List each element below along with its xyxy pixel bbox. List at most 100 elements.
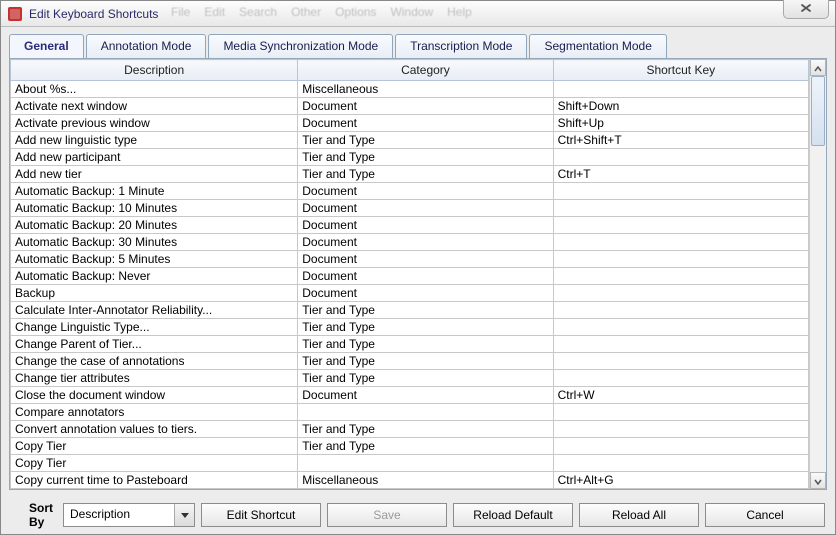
cell-description: Convert annotation values to tiers.: [11, 421, 298, 438]
table-row[interactable]: Compare annotators: [11, 404, 809, 421]
cell-shortcut: [553, 455, 808, 472]
cell-category: Tier and Type: [298, 319, 553, 336]
cell-shortcut: [553, 217, 808, 234]
cell-shortcut: [553, 200, 808, 217]
cell-description: Automatic Backup: Never: [11, 268, 298, 285]
cell-description: About %s...: [11, 81, 298, 98]
reload-default-button[interactable]: Reload Default: [453, 503, 573, 527]
cell-description: Close the document window: [11, 387, 298, 404]
shortcuts-table-container: Description Category Shortcut Key About …: [9, 58, 827, 490]
table-row[interactable]: Close the document windowDocumentCtrl+W: [11, 387, 809, 404]
cell-shortcut: [553, 489, 808, 490]
col-description[interactable]: Description: [11, 60, 298, 81]
cell-description: Add new linguistic type: [11, 132, 298, 149]
table-row[interactable]: Automatic Backup: 30 MinutesDocument: [11, 234, 809, 251]
table-row[interactable]: Add new participantTier and Type: [11, 149, 809, 166]
col-category[interactable]: Category: [298, 60, 553, 81]
table-header-row: Description Category Shortcut Key: [11, 60, 809, 81]
cell-shortcut: [553, 302, 808, 319]
cell-category: Document: [298, 251, 553, 268]
cancel-button[interactable]: Cancel: [705, 503, 825, 527]
cell-description: Automatic Backup: 30 Minutes: [11, 234, 298, 251]
cell-shortcut: [553, 285, 808, 302]
cell-shortcut: [553, 336, 808, 353]
vertical-scrollbar[interactable]: [809, 59, 826, 489]
table-row[interactable]: Copy Tier: [11, 455, 809, 472]
scroll-down-button[interactable]: [810, 472, 826, 489]
cell-description: Add new tier: [11, 166, 298, 183]
tab-label: Transcription Mode: [410, 39, 512, 53]
cell-category: Tier and Type: [298, 302, 553, 319]
table-row[interactable]: Change the case of annotationsTier and T…: [11, 353, 809, 370]
table-row[interactable]: Change Linguistic Type...Tier and Type: [11, 319, 809, 336]
reload-all-button[interactable]: Reload All: [579, 503, 699, 527]
cell-description: Change Parent of Tier...: [11, 336, 298, 353]
cell-shortcut: [553, 438, 808, 455]
table-row[interactable]: Copy TierTier and Type: [11, 438, 809, 455]
cell-shortcut: [553, 268, 808, 285]
cell-category: Document: [298, 268, 553, 285]
cell-category: Document: [298, 183, 553, 200]
cell-description: Copy Tier: [11, 455, 298, 472]
cell-category: Document: [298, 387, 553, 404]
table-row[interactable]: Activate next windowDocumentShift+Down: [11, 98, 809, 115]
cell-description: Create Annotations from subtraction: [11, 489, 298, 490]
cell-shortcut: [553, 404, 808, 421]
cell-category: Tier and Type: [298, 489, 553, 490]
cell-description: Change tier attributes: [11, 370, 298, 387]
table-row[interactable]: Automatic Backup: 10 MinutesDocument: [11, 200, 809, 217]
table-row[interactable]: Automatic Backup: NeverDocument: [11, 268, 809, 285]
table-scroll-area: Description Category Shortcut Key About …: [10, 59, 809, 489]
cell-category: Document: [298, 115, 553, 132]
table-row[interactable]: Copy current time to PasteboardMiscellan…: [11, 472, 809, 489]
table-row[interactable]: BackupDocument: [11, 285, 809, 302]
cell-description: Copy Tier: [11, 438, 298, 455]
cell-category: Tier and Type: [298, 421, 553, 438]
cell-description: Change Linguistic Type...: [11, 319, 298, 336]
table-row[interactable]: Change Parent of Tier...Tier and Type: [11, 336, 809, 353]
sort-by-label: Sort By: [29, 501, 53, 529]
scroll-up-button[interactable]: [810, 59, 826, 76]
table-row[interactable]: Automatic Backup: 5 MinutesDocument: [11, 251, 809, 268]
table-row[interactable]: Convert annotation values to tiers.Tier …: [11, 421, 809, 438]
footer-bar: Sort By Description Edit Shortcut Save R…: [1, 496, 835, 534]
cell-shortcut: [553, 421, 808, 438]
table-row[interactable]: Automatic Backup: 1 MinuteDocument: [11, 183, 809, 200]
cell-category: [298, 404, 553, 421]
cell-category: Tier and Type: [298, 353, 553, 370]
tab-annotation-mode[interactable]: Annotation Mode: [86, 34, 207, 58]
close-button[interactable]: [783, 0, 829, 19]
tab-media-sync-mode[interactable]: Media Synchronization Mode: [208, 34, 393, 58]
table-row[interactable]: Activate previous windowDocumentShift+Up: [11, 115, 809, 132]
close-icon: [800, 2, 812, 16]
sort-by-combo[interactable]: Description: [63, 503, 195, 527]
tabs-row: General Annotation Mode Media Synchroniz…: [1, 27, 835, 58]
table-row[interactable]: Change tier attributesTier and Type: [11, 370, 809, 387]
shortcuts-table: Description Category Shortcut Key About …: [10, 59, 809, 489]
cell-category: Tier and Type: [298, 438, 553, 455]
edit-shortcut-button[interactable]: Edit Shortcut: [201, 503, 321, 527]
cell-shortcut: Ctrl+Alt+G: [553, 472, 808, 489]
table-row[interactable]: Create Annotations from subtractionTier …: [11, 489, 809, 490]
cell-category: Tier and Type: [298, 149, 553, 166]
tab-general[interactable]: General: [9, 34, 84, 59]
col-shortcut-key[interactable]: Shortcut Key: [553, 60, 808, 81]
cell-shortcut: [553, 234, 808, 251]
tab-segmentation-mode[interactable]: Segmentation Mode: [529, 34, 666, 58]
cell-category: Tier and Type: [298, 336, 553, 353]
cell-description: Change the case of annotations: [11, 353, 298, 370]
table-row[interactable]: Add new tierTier and TypeCtrl+T: [11, 166, 809, 183]
table-row[interactable]: Add new linguistic typeTier and TypeCtrl…: [11, 132, 809, 149]
scroll-track[interactable]: [810, 76, 826, 472]
save-button[interactable]: Save: [327, 503, 447, 527]
table-row[interactable]: About %s...Miscellaneous: [11, 81, 809, 98]
background-menubar: File Edit Search Other Options Window He…: [171, 5, 472, 19]
tab-transcription-mode[interactable]: Transcription Mode: [395, 34, 527, 58]
sort-by-dropdown-button[interactable]: [174, 504, 194, 526]
scroll-thumb[interactable]: [811, 76, 825, 146]
cell-description: Activate next window: [11, 98, 298, 115]
window-title: Edit Keyboard Shortcuts: [29, 7, 158, 21]
table-row[interactable]: Automatic Backup: 20 MinutesDocument: [11, 217, 809, 234]
table-row[interactable]: Calculate Inter-Annotator Reliability...…: [11, 302, 809, 319]
cell-shortcut: Ctrl+T: [553, 166, 808, 183]
